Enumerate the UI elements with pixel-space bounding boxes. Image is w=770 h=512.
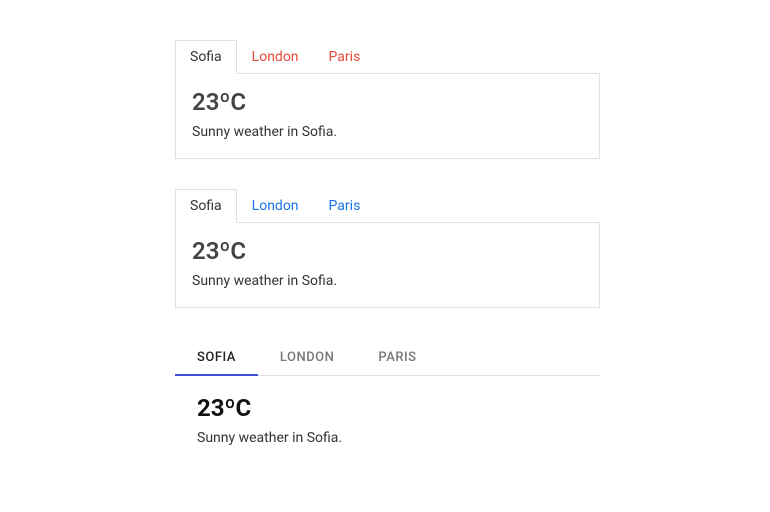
tab-panel: 23ºC Sunny weather in Sofia. bbox=[175, 73, 600, 159]
tab-london[interactable]: London bbox=[237, 40, 314, 74]
tab-panel: 23ºC Sunny weather in Sofia. bbox=[175, 222, 600, 308]
tab-paris[interactable]: Paris bbox=[356, 338, 438, 375]
temperature-value: 23ºC bbox=[192, 237, 583, 265]
temperature-value: 23ºC bbox=[197, 394, 584, 422]
temperature-value: 23ºC bbox=[192, 88, 583, 116]
weather-description: Sunny weather in Sofia. bbox=[192, 273, 583, 289]
tab-london[interactable]: London bbox=[237, 189, 314, 223]
tab-sofia[interactable]: Sofia bbox=[175, 40, 237, 74]
weather-description: Sunny weather in Sofia. bbox=[197, 430, 584, 446]
tab-panel: 23ºC Sunny weather in Sofia. bbox=[175, 376, 600, 456]
tab-sofia[interactable]: Sofia bbox=[175, 338, 258, 375]
tab-widget-variant-3: Sofia London Paris 23ºC Sunny weather in… bbox=[175, 338, 600, 456]
tab-paris[interactable]: Paris bbox=[314, 189, 376, 223]
tab-sofia[interactable]: Sofia bbox=[175, 189, 237, 223]
tab-paris[interactable]: Paris bbox=[314, 40, 376, 74]
tab-list: Sofia London Paris bbox=[175, 189, 600, 223]
tab-london[interactable]: London bbox=[258, 338, 356, 375]
tab-list: Sofia London Paris bbox=[175, 40, 600, 74]
weather-description: Sunny weather in Sofia. bbox=[192, 124, 583, 140]
tab-widget-variant-2: Sofia London Paris 23ºC Sunny weather in… bbox=[175, 189, 600, 308]
tab-list: Sofia London Paris bbox=[175, 338, 600, 376]
tab-widget-variant-1: Sofia London Paris 23ºC Sunny weather in… bbox=[175, 40, 600, 159]
